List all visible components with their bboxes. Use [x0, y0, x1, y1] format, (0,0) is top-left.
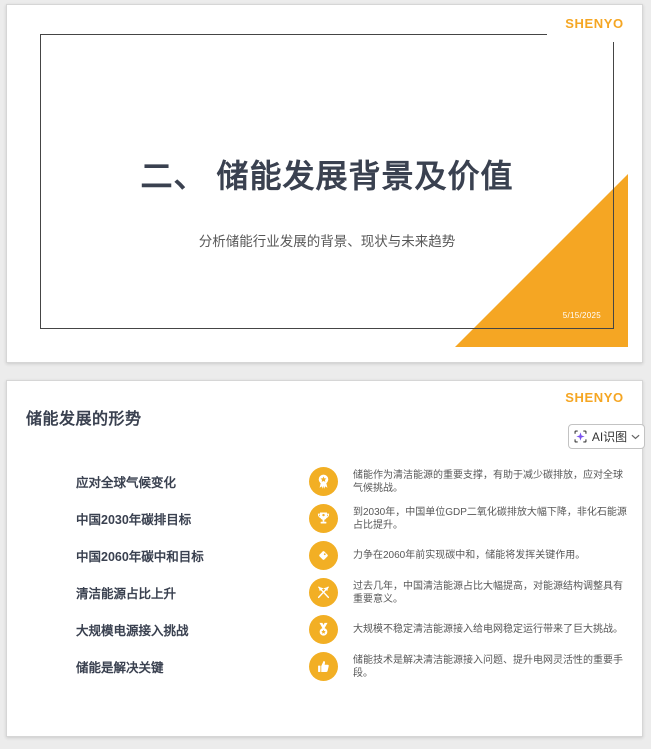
sparkle-scan-icon	[574, 430, 587, 443]
list-item: 中国2060年碳中和目标 力争在2060年前实现碳中和，储能将发挥关键作用。	[7, 537, 644, 574]
item-description: 大规模不稳定清洁能源接入给电网稳定运行带来了巨大挑战。	[353, 624, 623, 635]
slide-date: 5/15/2025	[562, 311, 601, 320]
item-description: 储能作为清洁能源的重要支撑，有助于减少碳排放，应对全球气候挑战。	[353, 469, 623, 494]
slide-title: 二、 储能发展背景及价值	[140, 158, 514, 194]
item-label: 清洁能源占比上升	[76, 587, 177, 601]
brand-logo: SHENYO	[565, 16, 624, 31]
list-item: 应对全球气候变化 储能作为清洁能源的重要支撑，有助于减少碳排放，应对全球气候挑战…	[7, 463, 644, 500]
chevron-down-icon[interactable]	[631, 434, 640, 440]
trophy-icon	[309, 504, 338, 533]
list-item: 大规模电源接入挑战 大规模不稳定清洁能源接入给电网稳定运行带来了巨大挑战。	[7, 611, 644, 648]
brand-logo: SHENYO	[565, 390, 624, 405]
slide-title: 储能发展的形势	[26, 411, 142, 428]
item-label: 应对全球气候变化	[76, 476, 177, 490]
list-item: 储能是解决关键 储能技术是解决清洁能源接入问题、提升电网灵活性的重要手段。	[7, 648, 644, 685]
item-label: 储能是解决关键	[76, 661, 164, 675]
ai-button-label: AI识图	[591, 430, 628, 444]
item-description: 过去几年，中国清洁能源占比大幅提高，对能源结构调整具有重要意义。	[353, 580, 623, 605]
slide-2-content-slide: SHENYO 储能发展的形势 AI识图 应对全球气候变化 储能作为清洁能源的重要…	[6, 380, 645, 737]
crossed-flags-icon	[309, 578, 338, 607]
tag-icon	[309, 541, 338, 570]
item-description: 到2030年，中国单位GDP二氧化碳排放大幅下降，非化石能源占比提升。	[353, 506, 627, 531]
slide-subtitle: 分析储能行业发展的背景、现状与未来趋势	[198, 234, 456, 249]
list-item: 清洁能源占比上升 过去几年，中国清洁能源占比大幅提高，对能源结构调整具有重要意义…	[7, 574, 644, 611]
brand-logo-box: SHENYO	[547, 5, 642, 42]
item-description: 力争在2060年前实现碳中和，储能将发挥关键作用。	[353, 550, 586, 561]
item-description: 储能技术是解决清洁能源接入问题、提升电网灵活性的重要手段。	[353, 654, 623, 679]
item-label: 大规模电源接入挑战	[76, 624, 189, 638]
brand-logo-box: SHENYO	[547, 381, 642, 414]
list-item: 中国2030年碳排目标 到2030年，中国单位GDP二氧化碳排放大幅下降，非化石…	[7, 500, 644, 537]
item-label: 中国2060年碳中和目标	[76, 550, 204, 564]
ai-image-recognition-button[interactable]: AI识图	[568, 424, 645, 449]
award-ribbon-icon	[309, 467, 338, 496]
feature-list: 应对全球气候变化 储能作为清洁能源的重要支撑，有助于减少碳排放，应对全球气候挑战…	[7, 463, 644, 685]
item-label: 中国2030年碳排目标	[76, 513, 192, 527]
thumbs-up-icon	[309, 652, 338, 681]
slide-1-title-slide: SHENYO 二、 储能发展背景及价值 分析储能行业发展的背景、现状与未来趋势 …	[6, 4, 643, 363]
medal-star-icon	[309, 615, 338, 644]
